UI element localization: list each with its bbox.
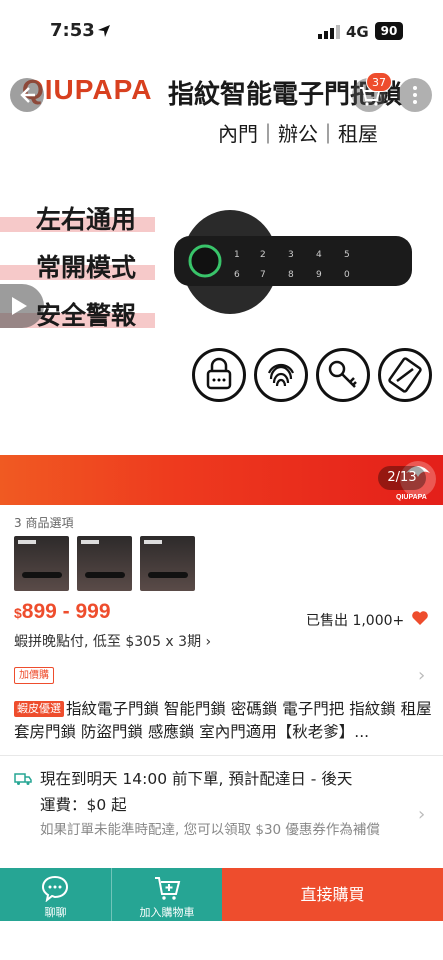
feature-label: 常開模式 — [0, 248, 155, 282]
add-cart-icon — [155, 877, 181, 900]
bottom-action-bar: 聊聊 加入購物車 直接購買 — [0, 868, 443, 921]
promo-logo-text: QIUPAPA — [396, 494, 427, 501]
preferred-badge: 蝦皮優選 — [14, 701, 64, 717]
buy-now-button[interactable]: 直接購買 — [222, 868, 443, 921]
key-icon — [316, 348, 370, 402]
door-lock-illustration: 1 6 2 7 3 8 4 9 5 0 — [174, 210, 412, 314]
status-time: 7:53 — [50, 20, 95, 41]
price-value: 899 - 999 — [21, 600, 111, 623]
product-title: 蝦皮優選 指紋電子門鎖 智能門鎖 密碼鎖 電子門把 指紋鎖 租屋套房門鎖 防盜門鎖… — [14, 698, 434, 744]
location-arrow-icon — [98, 25, 110, 37]
variant-thumbnail[interactable] — [77, 536, 132, 591]
feature-text: 安全警報 — [36, 301, 137, 330]
chat-bubble-icon — [41, 875, 69, 902]
product-image-carousel[interactable]: QIUPAPA 指紋智能電子門把鎖 內門｜辦公｜租屋 37 左右通用 常開模式 … — [0, 62, 443, 455]
lock-key: 1 — [234, 250, 240, 260]
price-range: $899 - 999 — [14, 600, 111, 624]
delivery-truck-icon — [14, 773, 32, 785]
cart-count-badge: 37 — [366, 72, 392, 92]
back-button[interactable] — [10, 78, 44, 112]
feature-text: 左右通用 — [36, 205, 137, 234]
late-delivery-note: 如果訂單未能準時配達, 您可以領取 $30 優惠券作為補償 — [40, 822, 380, 838]
product-title-text: 指紋電子門鎖 智能門鎖 密碼鎖 電子門把 指紋鎖 租屋套房門鎖 防盜門鎖 感應鎖… — [14, 700, 432, 741]
variant-thumbnail[interactable] — [140, 536, 195, 591]
feature-text: 常開模式 — [36, 253, 137, 282]
lock-key: 6 — [234, 270, 240, 280]
thumb-lock — [22, 572, 62, 578]
status-bar: 7:53 4G 90 — [0, 0, 443, 62]
feature-label: 左右通用 — [0, 200, 155, 234]
divider — [0, 755, 443, 756]
back-arrow-icon — [20, 87, 35, 103]
password-lock-icon — [192, 348, 246, 402]
chevron-right-icon[interactable]: › — [418, 804, 425, 825]
variant-thumbnail[interactable] — [14, 536, 69, 591]
thumb-caption — [144, 540, 162, 544]
add-to-cart-button[interactable]: 加入購物車 — [111, 868, 222, 921]
feature-icons-row — [192, 348, 432, 408]
lock-key: 8 — [288, 270, 294, 280]
image-counter: 2/13 — [378, 466, 426, 490]
lock-key: 9 — [316, 270, 322, 280]
play-icon — [12, 297, 27, 315]
sold-count: 已售出 1,000+ — [306, 613, 405, 629]
fingerprint-icon — [254, 348, 308, 402]
battery-level: 90 — [375, 22, 403, 40]
lock-key: 7 — [260, 270, 266, 280]
lock-key: 0 — [344, 270, 350, 280]
image-subline: 內門｜辦公｜租屋 — [218, 122, 378, 146]
add-to-cart-label: 加入購物車 — [139, 906, 195, 919]
thumb-caption — [18, 540, 36, 544]
lock-key: 4 — [316, 250, 322, 260]
lock-key: 2 — [260, 250, 266, 260]
chevron-right-icon[interactable]: › — [418, 665, 425, 686]
thumb-lock — [85, 572, 125, 578]
lock-key: 5 — [344, 250, 350, 260]
variant-count-label: 3 商品選項 — [14, 516, 74, 530]
delivery-estimate: 現在到明天 14:00 前下單, 預計配達日 - 後天 — [40, 770, 353, 788]
key-card-icon — [378, 348, 432, 402]
chat-label: 聊聊 — [44, 906, 67, 919]
more-dot-icon — [413, 100, 417, 104]
thumb-lock — [148, 572, 188, 578]
more-dot-icon — [413, 93, 417, 97]
thumb-caption — [81, 540, 99, 544]
chat-button[interactable]: 聊聊 — [0, 868, 111, 921]
promo-banner: QIUPAPA — [0, 455, 443, 505]
like-heart-icon[interactable] — [411, 610, 429, 626]
lock-key: 3 — [288, 250, 294, 260]
installment-link[interactable]: 蝦拼晚點付, 低至 $305 x 3期 › — [14, 631, 211, 651]
more-dot-icon — [413, 86, 417, 90]
more-options-button[interactable] — [398, 78, 432, 112]
network-type: 4G — [346, 23, 369, 41]
addon-deal-tag[interactable]: 加價購 — [14, 667, 54, 684]
signal-icon — [318, 25, 340, 39]
currency-symbol: $ — [14, 605, 22, 621]
shipping-fee: 運費：$0 起 — [40, 796, 127, 814]
product-page: 7:53 4G 90 QIUPAPA 指紋智能電子門把鎖 內門｜辦公｜租屋 37… — [0, 0, 443, 960]
